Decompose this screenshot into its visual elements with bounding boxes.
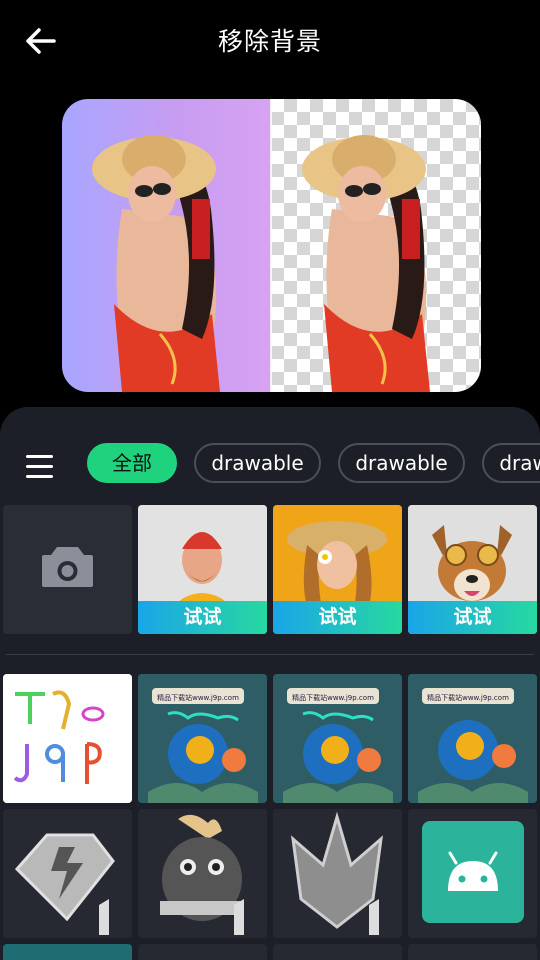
android-app-icon: [422, 821, 524, 923]
banner-artwork: 精品下载站www.j9p.com: [408, 674, 537, 803]
try-button[interactable]: 试试: [273, 601, 402, 634]
woman-figure-original: [92, 135, 220, 392]
chip-drawable-2[interactable]: drawable: [338, 443, 465, 483]
sample-man-tile[interactable]: 试试: [138, 505, 267, 634]
image-picker-panel: 全部 drawable drawable drawable 试试: [0, 407, 540, 960]
banner-caption: 精品下载站www.j9p.com: [157, 693, 239, 702]
asset-tile-android[interactable]: [408, 809, 537, 938]
mascot-badge-icon: [160, 814, 244, 935]
crown-badge-icon: [290, 811, 384, 935]
asset-tile-mascot[interactable]: [138, 809, 267, 938]
page-title: 移除背景: [217, 27, 322, 56]
asset-tile-crown[interactable]: [273, 809, 402, 938]
sample-woman-tile[interactable]: 试试: [273, 505, 402, 634]
banner-artwork: 精品下载站www.j9p.com: [138, 674, 267, 803]
asset-tile-banner-3[interactable]: 精品下载站www.j9p.com: [408, 674, 537, 803]
asset-tile-partial-4[interactable]: [408, 944, 537, 960]
asset-tile-partial-1[interactable]: [3, 944, 132, 960]
banner-caption: 精品下载站www.j9p.com: [292, 693, 374, 702]
asset-tile-diamond[interactable]: [3, 809, 132, 938]
asset-tile-partial-3[interactable]: [273, 944, 402, 960]
chip-drawable-1[interactable]: drawable: [194, 443, 321, 483]
asset-tile-logo[interactable]: [3, 674, 132, 803]
chip-all[interactable]: 全部: [87, 443, 177, 483]
sample-dog-tile[interactable]: 试试: [408, 505, 537, 634]
woman-figure-cutout: [302, 135, 430, 392]
asset-tile-banner-1[interactable]: 精品下载站www.j9p.com: [138, 674, 267, 803]
chip-drawable-3[interactable]: drawable: [482, 443, 540, 483]
camera-capture-tile[interactable]: [3, 505, 132, 634]
try-button[interactable]: 试试: [408, 601, 537, 634]
banner-artwork: 精品下载站www.j9p.com: [273, 674, 402, 803]
diamond-badge-icon: [14, 833, 115, 935]
category-chips: 全部 drawable drawable drawable: [87, 443, 540, 489]
banner-caption: 精品下载站www.j9p.com: [427, 693, 509, 702]
j9p-neon-logo: [3, 674, 132, 803]
hamburger-menu-icon[interactable]: [26, 455, 54, 479]
asset-tile-banner-2[interactable]: 精品下载站www.j9p.com: [273, 674, 402, 803]
section-divider: [6, 654, 534, 655]
try-button[interactable]: 试试: [138, 601, 267, 634]
camera-icon: [42, 547, 93, 587]
before-after-preview: [62, 99, 481, 392]
asset-tile-partial-2[interactable]: [138, 944, 267, 960]
app-header: 移除背景: [0, 0, 540, 82]
